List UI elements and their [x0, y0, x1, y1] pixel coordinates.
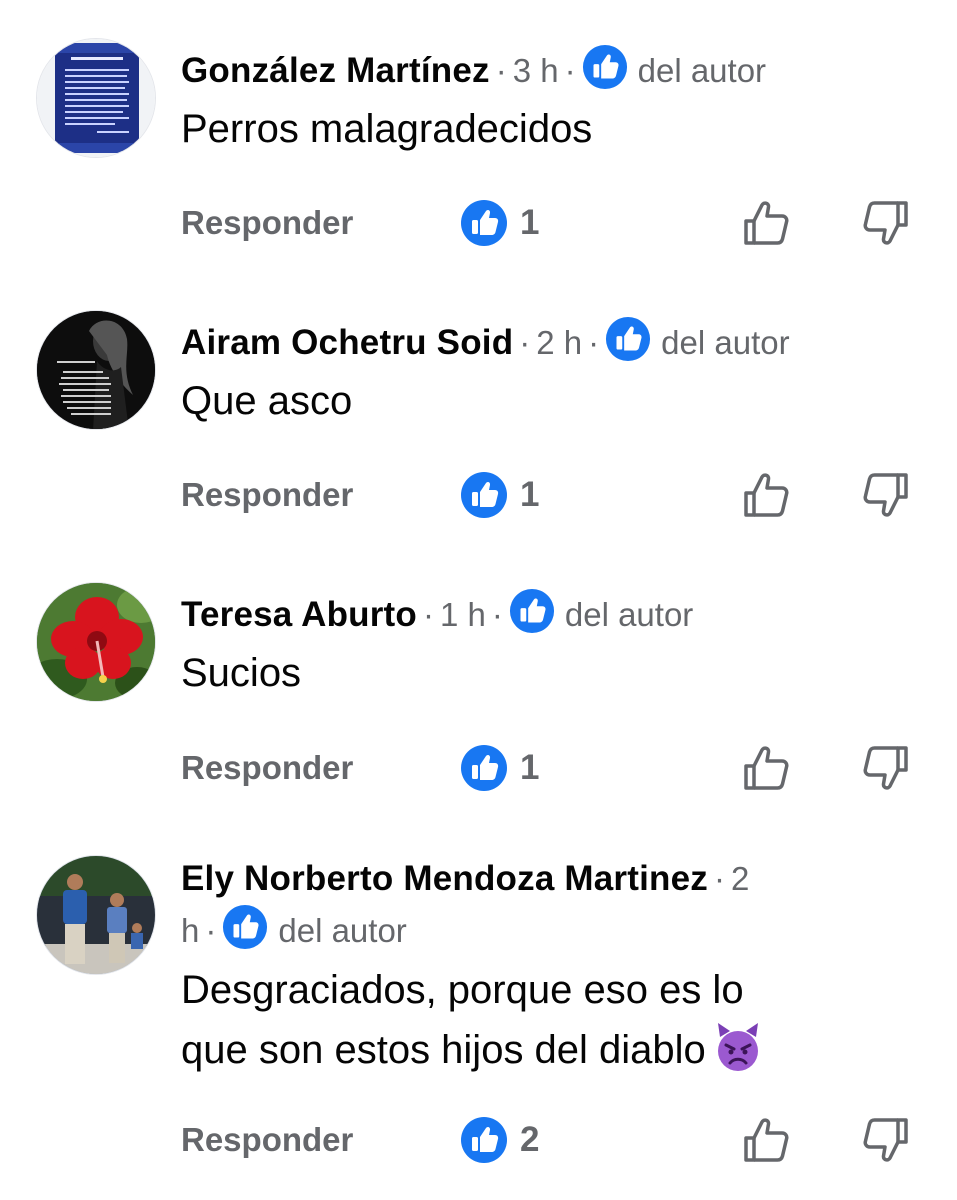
thumbs-up-icon[interactable] — [740, 197, 792, 249]
like-badge-icon — [222, 904, 268, 950]
comment-time[interactable]: 2 h — [536, 324, 582, 361]
comment-time[interactable]: 1 h — [440, 596, 486, 633]
comment-actions: Responder 1 — [0, 465, 957, 525]
hibiscus-flower-avatar[interactable] — [36, 582, 156, 702]
scroll-document-avatar[interactable] — [36, 38, 156, 158]
woman-silhouette-avatar[interactable] — [36, 310, 156, 430]
separator-dot: · — [422, 596, 434, 633]
author-name[interactable]: Airam Ochetru Soid — [181, 323, 513, 362]
thumbs-down-icon[interactable] — [860, 197, 912, 249]
like-badge-icon — [605, 316, 651, 362]
like-reaction-icon — [460, 199, 508, 247]
comment-text: Que asco — [181, 379, 353, 423]
comment-time[interactable]: 3 h — [513, 52, 559, 89]
comment-actions: Responder 2 — [0, 1110, 957, 1170]
like-count: 1 — [520, 475, 540, 514]
reaction-summary[interactable]: 2 — [460, 1116, 539, 1164]
reply-button[interactable]: Responder — [181, 465, 353, 525]
comment-time[interactable]: h — [181, 912, 199, 949]
reply-button[interactable]: Responder — [181, 1110, 353, 1170]
separator-dot: · — [205, 912, 217, 949]
thumbs-down-icon[interactable] — [860, 742, 912, 794]
reaction-summary[interactable]: 1 — [460, 471, 539, 519]
separator-dot: · — [588, 324, 600, 361]
comment-text-line-2: que son estos hijos del diablo — [181, 1020, 897, 1080]
like-reaction-icon — [460, 744, 508, 792]
thumbs-down-icon[interactable] — [860, 469, 912, 521]
author-badge-label: del autor — [564, 596, 694, 633]
like-badge-icon — [509, 588, 555, 634]
thumbs-up-icon[interactable] — [740, 1114, 792, 1166]
comment-text: Perros malagradecidos — [181, 107, 593, 151]
author-name[interactable]: Ely Norberto Mendoza Martinez — [181, 859, 708, 898]
author-name[interactable]: Teresa Aburto — [181, 595, 417, 634]
separator-dot: · — [495, 52, 507, 89]
like-count: 2 — [520, 1120, 540, 1159]
author-badge-label: del autor — [637, 52, 767, 89]
like-count: 1 — [520, 203, 540, 242]
thumbs-up-icon[interactable] — [740, 742, 792, 794]
comment-text: Desgraciados, porque eso es lo que son e… — [181, 960, 897, 1080]
comment-header-continued: h · del autor — [181, 904, 917, 957]
comment-header: Ely Norberto Mendoza Martinez · 2 — [181, 853, 917, 905]
comment-text-line: Desgraciados, porque eso es lo — [181, 968, 744, 1012]
reply-button[interactable]: Responder — [181, 193, 353, 253]
author-badge-label: del autor — [278, 912, 407, 949]
comment-actions: Responder 1 — [0, 738, 957, 798]
like-reaction-icon — [460, 471, 508, 519]
comment-text: Sucios — [181, 651, 302, 695]
comment-time[interactable]: 2 — [731, 860, 749, 897]
family-photo-avatar[interactable] — [36, 855, 156, 975]
thumbs-up-icon[interactable] — [740, 469, 792, 521]
angry-devil-emoji-icon — [717, 1023, 758, 1071]
comment-header: Teresa Aburto · 1 h · del autor — [181, 588, 917, 641]
like-reaction-icon — [460, 1116, 508, 1164]
comment-header: Airam Ochetru Soid · 2 h · del autor — [181, 316, 917, 369]
separator-dot: · — [519, 324, 531, 361]
reply-button[interactable]: Responder — [181, 738, 353, 798]
reaction-summary[interactable]: 1 — [460, 199, 539, 247]
comment-text-line: que son estos hijos del diablo — [181, 1028, 706, 1072]
reaction-summary[interactable]: 1 — [460, 744, 539, 792]
comment-header: González Martínez · 3 h · del autor — [181, 44, 917, 97]
thumbs-down-icon[interactable] — [860, 1114, 912, 1166]
separator-dot: · — [564, 52, 576, 89]
separator-dot: · — [491, 596, 503, 633]
separator-dot: · — [713, 860, 725, 897]
author-badge-label: del autor — [661, 324, 790, 361]
author-name[interactable]: González Martínez — [181, 51, 490, 90]
like-count: 1 — [520, 748, 540, 787]
like-badge-icon — [582, 44, 628, 90]
comment-actions: Responder 1 — [0, 193, 957, 253]
